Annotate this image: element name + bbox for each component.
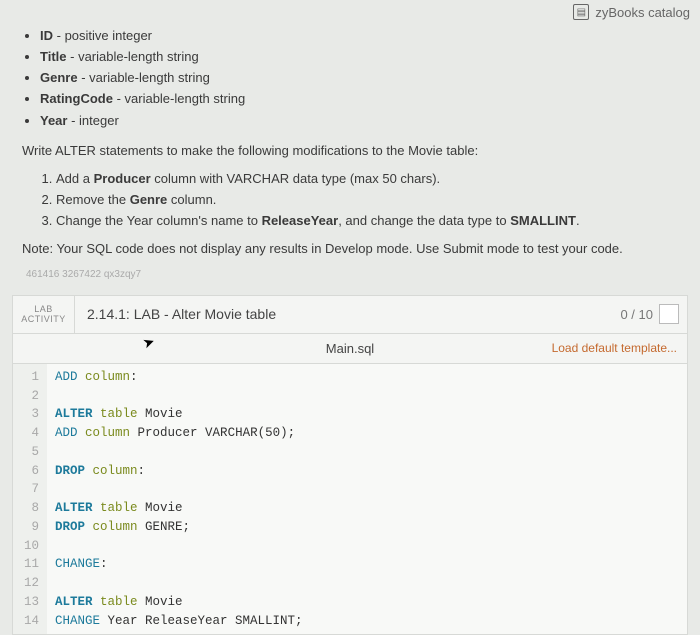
score-text: 0 / 10: [620, 307, 653, 322]
lab-tag: LAB ACTIVITY: [13, 296, 75, 333]
book-icon: ▤: [573, 4, 589, 20]
instructions-panel: ID - positive integer Title - variable-l…: [0, 20, 700, 289]
step-item: Remove the Genre column.: [56, 190, 678, 210]
column-item: RatingCode - variable-length string: [40, 89, 678, 109]
step-item: Add a Producer column with VARCHAR data …: [56, 169, 678, 189]
lead-text: Write ALTER statements to make the follo…: [22, 141, 678, 161]
editor-tab-bar: Main.sql Load default template...: [13, 334, 687, 364]
watermark-text: 461416 3267422 qx3zqy7: [26, 267, 678, 283]
step-item: Change the Year column's name to Release…: [56, 211, 678, 231]
note-text: Note: Your SQL code does not display any…: [22, 239, 678, 259]
lab-score: 0 / 10: [612, 296, 687, 333]
load-default-template-link[interactable]: Load default template...: [552, 341, 677, 355]
zybooks-catalog-link[interactable]: ▤ zyBooks catalog: [573, 4, 690, 20]
code-editor[interactable]: 1 2 3 4 5 6 7 8 9 10 11 12 13 14 ADD col…: [13, 364, 687, 635]
lab-tag-1: LAB: [34, 304, 53, 315]
column-item: Title - variable-length string: [40, 47, 678, 67]
code-content[interactable]: ADD column: ALTER table Movie ADD column…: [47, 364, 311, 635]
catalog-label: zyBooks catalog: [595, 5, 690, 20]
lab-tag-2: ACTIVITY: [21, 314, 66, 325]
lab-title: 2.14.1: LAB - Alter Movie table: [75, 296, 612, 333]
steps-list: Add a Producer column with VARCHAR data …: [56, 169, 678, 231]
score-box[interactable]: [659, 304, 679, 324]
line-gutter: 1 2 3 4 5 6 7 8 9 10 11 12 13 14: [13, 364, 47, 635]
lab-activity-block: LAB ACTIVITY 2.14.1: LAB - Alter Movie t…: [12, 295, 688, 635]
column-item: Genre - variable-length string: [40, 68, 678, 88]
column-list: ID - positive integer Title - variable-l…: [40, 26, 678, 131]
column-item: ID - positive integer: [40, 26, 678, 46]
lab-header: LAB ACTIVITY 2.14.1: LAB - Alter Movie t…: [13, 296, 687, 334]
column-item: Year - integer: [40, 111, 678, 131]
top-bar: ▤ zyBooks catalog: [0, 0, 700, 20]
